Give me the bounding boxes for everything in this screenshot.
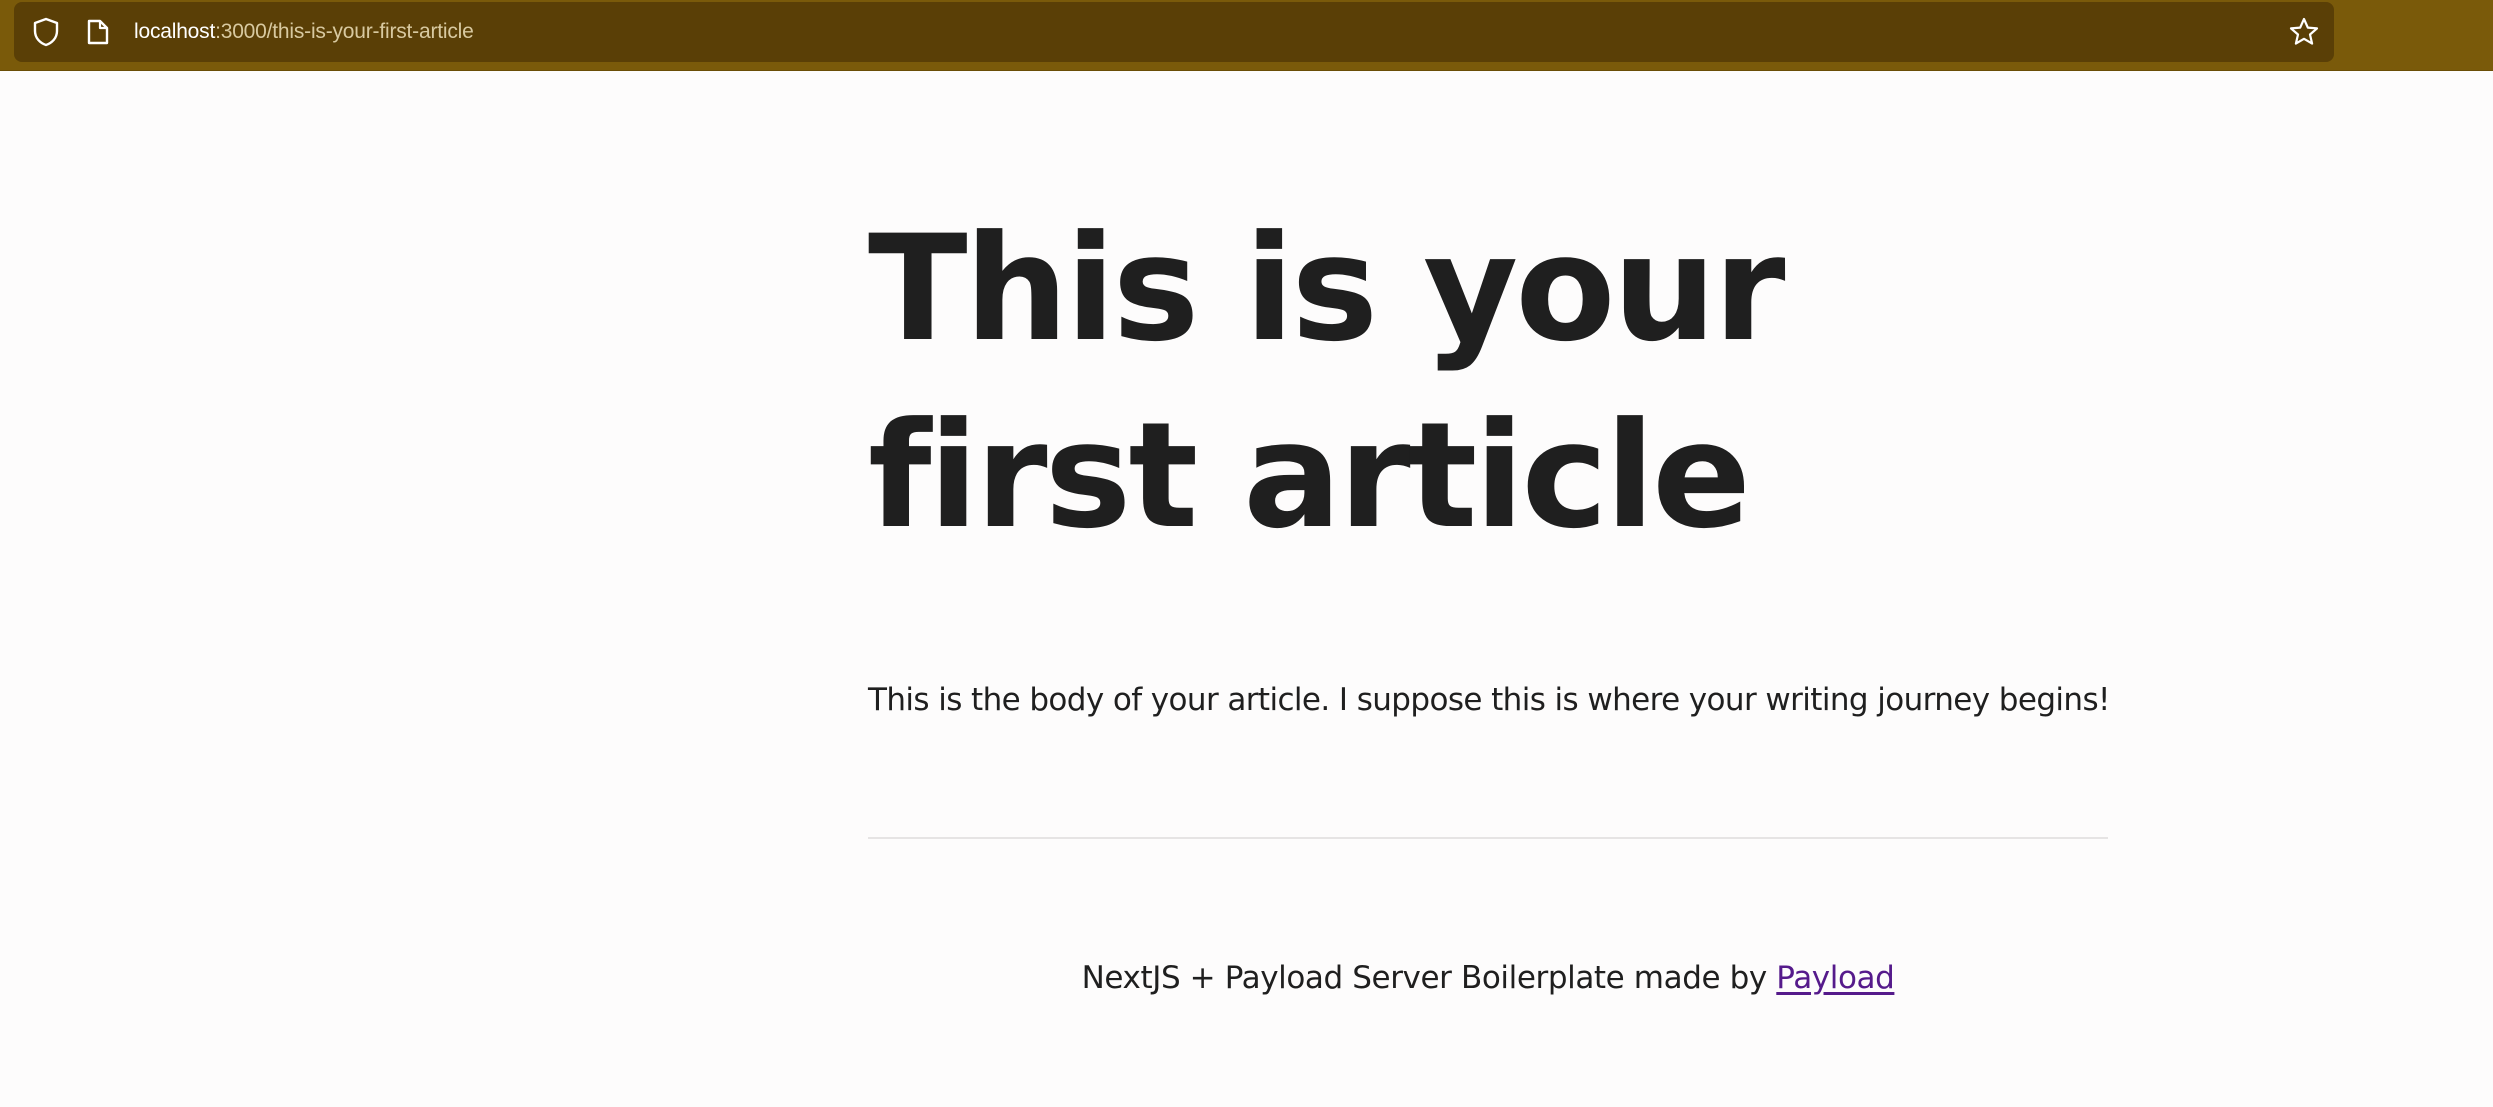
star-icon[interactable] [2288,16,2320,48]
url-path: :3000/this-is-your-first-article [215,20,474,43]
address-bar[interactable]: localhost:3000/this-is-your-first-articl… [14,2,2334,62]
footer: NextJS + Payload Server Boilerplate made… [0,958,2493,998]
page-icon [82,16,114,48]
browser-toolbar: localhost:3000/this-is-your-first-articl… [0,0,2493,71]
shield-icon[interactable] [30,16,62,48]
article-body: This is the body of your article. I supp… [868,682,2110,718]
article: This is your first article [868,196,2108,570]
url-host: localhost [134,20,216,43]
article-title: This is your first article [868,204,1786,561]
payload-link[interactable]: Payload [1776,960,1895,996]
footer-text: NextJS + Payload Server Boilerplate made… [1081,960,1777,996]
url-text[interactable]: localhost:3000/this-is-your-first-articl… [134,19,474,45]
divider [868,837,2108,839]
